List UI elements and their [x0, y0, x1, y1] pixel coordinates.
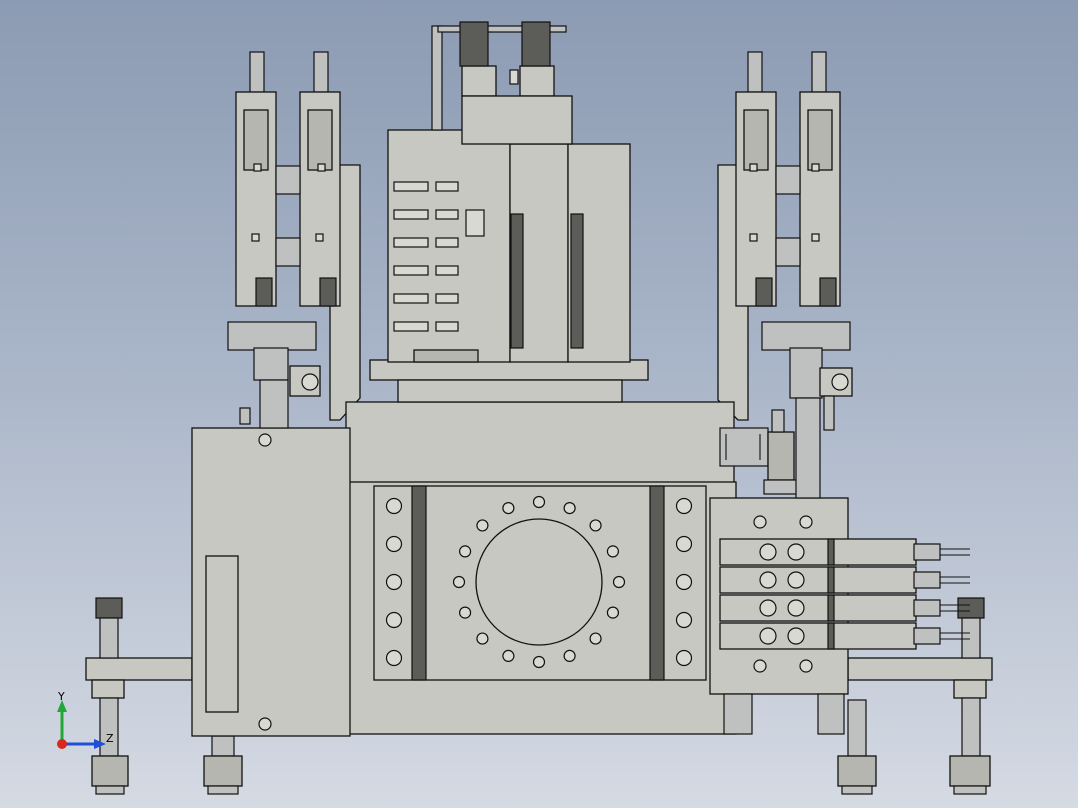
valve-port: [787, 543, 805, 561]
bolt-hole: [476, 519, 489, 532]
valve-body: [719, 566, 917, 594]
valve-port: [787, 627, 805, 645]
valve-port: [787, 599, 805, 617]
bottom-rail-right[interactable]: [847, 657, 993, 681]
valve-port: [759, 543, 777, 561]
mount-hole: [385, 649, 403, 667]
valve-body: [719, 594, 917, 622]
vent-slot: [393, 321, 429, 332]
bolt-hole: [476, 632, 489, 645]
valve-body: [719, 538, 917, 566]
bolt-hole: [458, 606, 472, 619]
mount-hole: [675, 611, 693, 629]
valve-port: [759, 571, 777, 589]
driver-module-2[interactable]: [567, 143, 631, 363]
valve-port: [787, 571, 805, 589]
bolt-hole: [502, 649, 515, 663]
valve-divider: [827, 538, 835, 566]
motor-mount-plate[interactable]: [369, 359, 649, 403]
bolt-hole: [452, 575, 466, 589]
bolt-hole: [606, 545, 620, 558]
bolt-hole: [532, 655, 546, 669]
vent-slot: [393, 209, 429, 220]
valve-body: [719, 622, 917, 650]
bolt-hole: [563, 501, 576, 515]
top-motor-right[interactable]: [521, 21, 551, 67]
controller-module[interactable]: [387, 129, 511, 363]
vent-slot: [393, 293, 429, 304]
bolt-hole: [458, 545, 472, 558]
valve-coil-plug: [913, 571, 941, 589]
guide-cylinder-1[interactable]: [235, 51, 277, 307]
vent-slot: [393, 265, 429, 276]
vent-slot: [393, 237, 429, 248]
cad-viewport[interactable]: Y Z: [0, 0, 1078, 808]
vent-slot: [435, 209, 459, 220]
valve-divider: [827, 622, 835, 650]
bolt-hole: [502, 501, 515, 515]
left-mount-plate[interactable]: [191, 427, 351, 737]
bolt-hole: [563, 649, 576, 663]
valve-coil-plug: [913, 627, 941, 645]
bolt-hole: [532, 495, 546, 509]
mount-hole: [675, 535, 693, 553]
top-motor-left[interactable]: [459, 21, 489, 67]
vent-slot: [435, 237, 459, 248]
axis-z-label: Z: [106, 732, 114, 745]
vent-slot: [435, 293, 459, 304]
valve-port: [759, 627, 777, 645]
mount-hole: [385, 497, 403, 515]
valve-coil-plug: [913, 543, 941, 561]
bolt-hole: [589, 632, 602, 645]
valve-divider: [827, 594, 835, 622]
top-motor-assembly[interactable]: [431, 25, 573, 145]
vent-slot: [435, 265, 459, 276]
driver-module-1[interactable]: [509, 143, 569, 363]
mount-hole: [385, 535, 403, 553]
manifold-down-tubes[interactable]: [723, 693, 845, 735]
axis-y-label: Y: [57, 690, 65, 703]
vent-slot: [435, 321, 459, 332]
vent-slot: [393, 181, 429, 192]
assembly-drawing: Y Z: [57, 21, 993, 795]
rotary-plate[interactable]: [373, 485, 707, 681]
guide-cylinder-2[interactable]: [299, 51, 341, 307]
valve-divider: [827, 566, 835, 594]
bottom-rail-left[interactable]: [85, 657, 193, 681]
valve-port: [759, 599, 777, 617]
vent-slot: [435, 181, 459, 192]
valve-coil-plug: [913, 599, 941, 617]
guide-cylinder-4[interactable]: [799, 51, 841, 307]
foot-post-left-outer[interactable]: [91, 597, 129, 795]
bolt-hole: [612, 575, 626, 589]
mount-hole: [675, 497, 693, 515]
foot-post-right-outer[interactable]: [949, 597, 991, 795]
bolt-hole: [606, 606, 620, 619]
column-left[interactable]: [227, 321, 321, 429]
mount-hole: [385, 611, 403, 629]
foot-post-left-inner[interactable]: [203, 735, 243, 795]
guide-cylinder-3[interactable]: [735, 51, 777, 307]
mount-hole: [675, 649, 693, 667]
mount-hole: [385, 573, 403, 591]
bolt-hole: [589, 519, 602, 532]
mount-hole: [675, 573, 693, 591]
